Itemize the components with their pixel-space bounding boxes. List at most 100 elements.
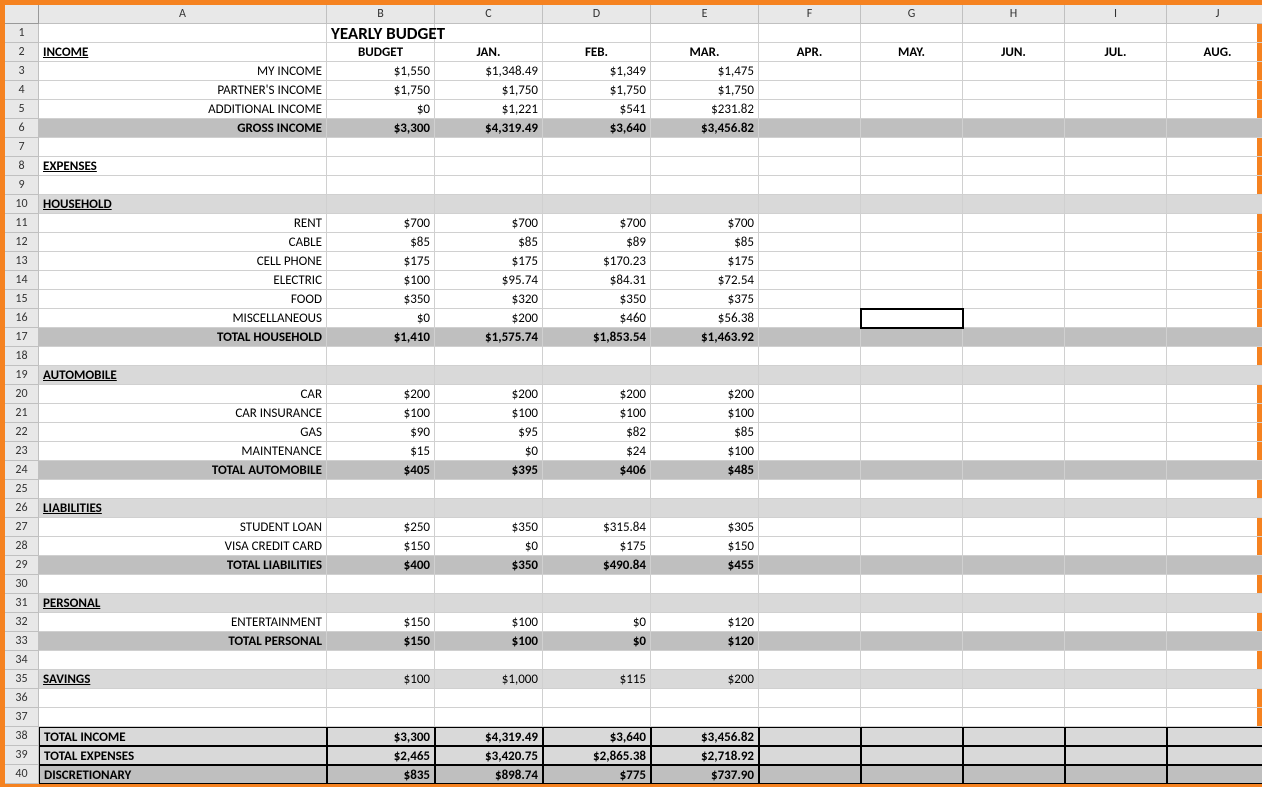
- cell-G10[interactable]: [861, 195, 963, 214]
- cell-G3[interactable]: [861, 62, 963, 81]
- row-header-8[interactable]: 8: [5, 157, 39, 176]
- cell-H5[interactable]: [963, 100, 1065, 119]
- cell-I8[interactable]: [1065, 157, 1167, 176]
- cell-F9[interactable]: [759, 176, 861, 195]
- cell-E3[interactable]: $1,475: [651, 62, 759, 81]
- cell-F23[interactable]: [759, 442, 861, 461]
- cell-E19[interactable]: [651, 366, 759, 385]
- cell-A9[interactable]: [39, 176, 327, 195]
- cell-A1[interactable]: [39, 24, 327, 43]
- cell-B32[interactable]: $150: [327, 613, 435, 632]
- cell-I3[interactable]: [1065, 62, 1167, 81]
- cell-H12[interactable]: [963, 233, 1065, 252]
- cell-E4[interactable]: $1,750: [651, 81, 759, 100]
- cell-F38[interactable]: [759, 727, 861, 746]
- cell-D25[interactable]: [543, 480, 651, 499]
- cell-C32[interactable]: $100: [435, 613, 543, 632]
- cell-B25[interactable]: [327, 480, 435, 499]
- cell-C36[interactable]: [435, 689, 543, 708]
- cell-F25[interactable]: [759, 480, 861, 499]
- cell-E36[interactable]: [651, 689, 759, 708]
- cell-D12[interactable]: $89: [543, 233, 651, 252]
- cell-E14[interactable]: $72.54: [651, 271, 759, 290]
- cell-H6[interactable]: [963, 119, 1065, 138]
- cell-I31[interactable]: [1065, 594, 1167, 613]
- cell-E30[interactable]: [651, 575, 759, 594]
- cell-A20[interactable]: CAR: [39, 385, 327, 404]
- cell-C39[interactable]: $3,420.75: [435, 746, 543, 765]
- cell-I28[interactable]: [1065, 537, 1167, 556]
- row-header-38[interactable]: 38: [5, 727, 39, 746]
- cell-I27[interactable]: [1065, 518, 1167, 537]
- cell-F28[interactable]: [759, 537, 861, 556]
- cell-C15[interactable]: $320: [435, 290, 543, 309]
- cell-H10[interactable]: [963, 195, 1065, 214]
- cell-G28[interactable]: [861, 537, 963, 556]
- cell-I1[interactable]: [1065, 24, 1167, 43]
- cell-A19[interactable]: AUTOMOBILE: [39, 366, 327, 385]
- cell-H35[interactable]: [963, 670, 1065, 689]
- cell-G20[interactable]: [861, 385, 963, 404]
- cell-E22[interactable]: $85: [651, 423, 759, 442]
- cell-F26[interactable]: [759, 499, 861, 518]
- cell-C9[interactable]: [435, 176, 543, 195]
- cell-H23[interactable]: [963, 442, 1065, 461]
- cell-J37[interactable]: [1167, 708, 1262, 727]
- cell-C11[interactable]: $700: [435, 214, 543, 233]
- cell-A24[interactable]: TOTAL AUTOMOBILE: [39, 461, 327, 480]
- cell-A14[interactable]: ELECTRIC: [39, 271, 327, 290]
- cell-I22[interactable]: [1065, 423, 1167, 442]
- row-header-18[interactable]: 18: [5, 347, 39, 366]
- cell-C6[interactable]: $4,319.49: [435, 119, 543, 138]
- cell-B2[interactable]: BUDGET: [327, 43, 435, 62]
- cell-F21[interactable]: [759, 404, 861, 423]
- row-header-32[interactable]: 32: [5, 613, 39, 632]
- cell-D38[interactable]: $3,640: [543, 727, 651, 746]
- cell-C24[interactable]: $395: [435, 461, 543, 480]
- cell-F30[interactable]: [759, 575, 861, 594]
- cell-G17[interactable]: [861, 328, 963, 347]
- cell-I25[interactable]: [1065, 480, 1167, 499]
- cell-G13[interactable]: [861, 252, 963, 271]
- cell-C29[interactable]: $350: [435, 556, 543, 575]
- cell-I4[interactable]: [1065, 81, 1167, 100]
- cell-C18[interactable]: [435, 347, 543, 366]
- cell-G15[interactable]: [861, 290, 963, 309]
- row-header-19[interactable]: 19: [5, 366, 39, 385]
- cell-H26[interactable]: [963, 499, 1065, 518]
- cell-G4[interactable]: [861, 81, 963, 100]
- row-header-2[interactable]: 2: [5, 43, 39, 62]
- cell-F37[interactable]: [759, 708, 861, 727]
- cell-C17[interactable]: $1,575.74: [435, 328, 543, 347]
- cell-D18[interactable]: [543, 347, 651, 366]
- cell-J31[interactable]: [1167, 594, 1262, 613]
- cell-G33[interactable]: [861, 632, 963, 651]
- cell-H15[interactable]: [963, 290, 1065, 309]
- cell-D24[interactable]: $406: [543, 461, 651, 480]
- cell-J39[interactable]: [1167, 746, 1262, 765]
- cell-D26[interactable]: [543, 499, 651, 518]
- cell-C1[interactable]: [435, 24, 543, 43]
- cell-B17[interactable]: $1,410: [327, 328, 435, 347]
- cell-I13[interactable]: [1065, 252, 1167, 271]
- cell-H22[interactable]: [963, 423, 1065, 442]
- cell-B28[interactable]: $150: [327, 537, 435, 556]
- cell-E1[interactable]: [651, 24, 759, 43]
- cell-I34[interactable]: [1065, 651, 1167, 670]
- active-cell[interactable]: [861, 309, 963, 328]
- cell-A25[interactable]: [39, 480, 327, 499]
- cell-D32[interactable]: $0: [543, 613, 651, 632]
- cell-E18[interactable]: [651, 347, 759, 366]
- cell-H2[interactable]: JUN.: [963, 43, 1065, 62]
- cell-G12[interactable]: [861, 233, 963, 252]
- cell-C31[interactable]: [435, 594, 543, 613]
- cell-D37[interactable]: [543, 708, 651, 727]
- cell-F40[interactable]: [759, 765, 861, 784]
- row-header-7[interactable]: 7: [5, 138, 39, 157]
- cell-J25[interactable]: [1167, 480, 1262, 499]
- cell-I37[interactable]: [1065, 708, 1167, 727]
- cell-E29[interactable]: $455: [651, 556, 759, 575]
- cell-D40[interactable]: $775: [543, 765, 651, 784]
- cell-J38[interactable]: [1167, 727, 1262, 746]
- cell-J22[interactable]: [1167, 423, 1262, 442]
